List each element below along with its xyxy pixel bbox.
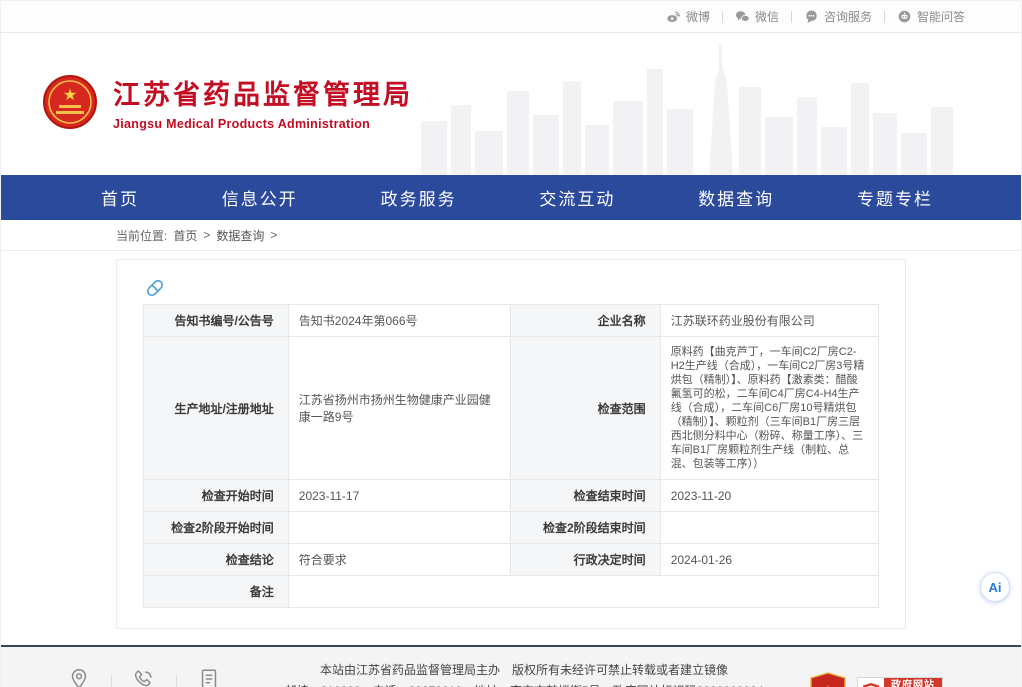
table-row: 检查2阶段开始时间 检查2阶段结束时间 xyxy=(144,512,879,544)
phase2-end-label: 检查2阶段结束时间 xyxy=(511,512,660,544)
notice-number-value: 告知书2024年第066号 xyxy=(288,305,511,337)
start-date-value: 2023-11-17 xyxy=(288,480,511,512)
pill-icon xyxy=(143,276,167,300)
wechat-label: 微信 xyxy=(755,8,779,25)
main-nav: 首页 信息公开 政务服务 交流互动 数据查询 专题专栏 xyxy=(1,175,1021,220)
shield-icon xyxy=(858,678,884,687)
robot-icon xyxy=(897,9,912,24)
gov-site-error-report-badge[interactable]: 政府网站 找错 xyxy=(857,677,943,687)
table-row: 生产地址/注册地址 江苏省扬州市扬州生物健康产业园健康一路9号 检查范围 原料药… xyxy=(144,337,879,480)
remark-value xyxy=(288,576,878,608)
inspection-table: 告知书编号/公告号 告知书2024年第066号 企业名称 江苏联环药业股份有限公… xyxy=(143,304,879,608)
top-utility-bar: 微博 微信 咨询服务 智能问答 xyxy=(1,1,1021,33)
decision-date-label: 行政决定时间 xyxy=(511,544,660,576)
remark-label: 备注 xyxy=(144,576,289,608)
breadcrumb-prefix: 当前位置: xyxy=(116,227,167,244)
main-nav-inner: 首页 信息公开 政务服务 交流互动 数据查询 专题专栏 xyxy=(101,185,933,210)
phase2-end-value xyxy=(660,512,878,544)
company-name-value: 江苏联环药业股份有限公司 xyxy=(660,305,878,337)
decision-date-value: 2024-01-26 xyxy=(660,544,878,576)
sitemap-link[interactable]: 网站导航 xyxy=(49,667,109,687)
ai-assistant-button[interactable]: Ai xyxy=(980,572,1010,602)
footer-badges: ★ 政府网站 找错 xyxy=(809,672,943,687)
phase2-start-label: 检查2阶段开始时间 xyxy=(144,512,289,544)
nav-item-special-topics[interactable]: 专题专栏 xyxy=(857,185,933,210)
nav-item-home[interactable]: 首页 xyxy=(101,185,139,210)
notice-number-label: 告知书编号/公告号 xyxy=(144,305,289,337)
address-value: 江苏省扬州市扬州生物健康产业园健康一路9号 xyxy=(288,337,511,480)
weibo-link[interactable]: 微博 xyxy=(654,8,722,25)
breadcrumb: 当前位置: 首页 > 数据查询 > xyxy=(1,220,1021,251)
national-emblem-logo: ★ xyxy=(43,75,97,129)
chat-bubble-icon xyxy=(804,9,819,24)
document-icon xyxy=(197,667,221,687)
brand-titles: 江苏省药品监督管理局 Jiangsu Medical Products Admi… xyxy=(113,73,413,131)
site-title-english: Jiangsu Medical Products Administration xyxy=(113,117,413,131)
nav-item-interaction[interactable]: 交流互动 xyxy=(539,185,615,210)
table-row: 检查结论 符合要求 行政决定时间 2024-01-26 xyxy=(144,544,879,576)
gov-agency-badge-icon[interactable]: ★ xyxy=(809,672,847,687)
inspection-scope-label: 检查范围 xyxy=(511,337,660,480)
footer-quicklinks: 网站导航 联系方式 隐私申明 xyxy=(49,667,239,687)
table-row: 备注 xyxy=(144,576,879,608)
privacy-link[interactable]: 隐私申明 xyxy=(179,667,239,687)
site-title: 江苏省药品监督管理局 xyxy=(113,73,413,112)
phone-icon xyxy=(132,667,156,687)
phase2-start-value xyxy=(288,512,511,544)
divider xyxy=(176,675,177,687)
footer-line-address: 邮编：210008 电话：83273610 地址：南京市鼓楼街5号 政府网站标识… xyxy=(239,681,809,687)
city-skyline-decoration xyxy=(421,43,961,175)
conclusion-value: 符合要求 xyxy=(288,544,511,576)
weibo-label: 微博 xyxy=(686,8,710,25)
smart-qa-link[interactable]: 智能问答 xyxy=(885,8,977,25)
table-row: 检查开始时间 2023-11-17 检查结束时间 2023-11-20 xyxy=(144,480,879,512)
ai-assistant-label: Ai xyxy=(989,580,1002,595)
end-date-label: 检查结束时间 xyxy=(511,480,660,512)
breadcrumb-separator: > xyxy=(270,228,277,242)
inspection-scope-value: 原料药【曲克芦丁，一车间C2厂房C2-H2生产线（合成），一车间C2厂房3号精烘… xyxy=(660,337,878,480)
page: 微博 微信 咨询服务 智能问答 xyxy=(0,0,1022,687)
site-header: ★ 江苏省药品监督管理局 Jiangsu Medical Products Ad… xyxy=(1,33,1021,175)
svg-text:★: ★ xyxy=(821,683,834,687)
conclusion-label: 检查结论 xyxy=(144,544,289,576)
inspection-detail-panel: 告知书编号/公告号 告知书2024年第066号 企业名称 江苏联环药业股份有限公… xyxy=(116,259,906,629)
end-date-value: 2023-11-20 xyxy=(660,480,878,512)
svg-text:★: ★ xyxy=(63,87,77,104)
main-content: 告知书编号/公告号 告知书2024年第066号 企业名称 江苏联环药业股份有限公… xyxy=(1,251,1021,629)
wechat-icon xyxy=(735,9,750,24)
wechat-link[interactable]: 微信 xyxy=(723,8,791,25)
badge-text-line1: 政府网站 xyxy=(891,679,935,687)
start-date-label: 检查开始时间 xyxy=(144,480,289,512)
company-name-label: 企业名称 xyxy=(511,305,660,337)
consult-service-label: 咨询服务 xyxy=(824,8,872,25)
consult-service-link[interactable]: 咨询服务 xyxy=(792,8,884,25)
location-pin-icon xyxy=(67,667,91,687)
breadcrumb-separator: > xyxy=(203,228,210,242)
contact-link[interactable]: 联系方式 xyxy=(114,667,174,687)
nav-item-gov-services[interactable]: 政务服务 xyxy=(381,185,457,210)
table-row: 告知书编号/公告号 告知书2024年第066号 企业名称 江苏联环药业股份有限公… xyxy=(144,305,879,337)
nav-item-data-query[interactable]: 数据查询 xyxy=(698,185,774,210)
smart-qa-label: 智能问答 xyxy=(917,8,965,25)
breadcrumb-data-query-link[interactable]: 数据查询 xyxy=(216,227,264,244)
badge-text: 政府网站 找错 xyxy=(884,678,942,687)
site-footer: 网站导航 联系方式 隐私申明 本站由江苏省药品监督管理局主办 版权所有未经许可禁… xyxy=(1,645,1021,687)
weibo-icon xyxy=(666,9,681,24)
footer-info: 本站由江苏省药品监督管理局主办 版权所有未经许可禁止转载或者建立镜像 邮编：21… xyxy=(239,660,809,687)
footer-line-host: 本站由江苏省药品监督管理局主办 版权所有未经许可禁止转载或者建立镜像 xyxy=(239,660,809,681)
nav-item-info-disclosure[interactable]: 信息公开 xyxy=(222,185,298,210)
divider xyxy=(111,675,112,687)
breadcrumb-home-link[interactable]: 首页 xyxy=(173,227,197,244)
brand[interactable]: ★ 江苏省药品监督管理局 Jiangsu Medical Products Ad… xyxy=(43,73,413,131)
address-label: 生产地址/注册地址 xyxy=(144,337,289,480)
